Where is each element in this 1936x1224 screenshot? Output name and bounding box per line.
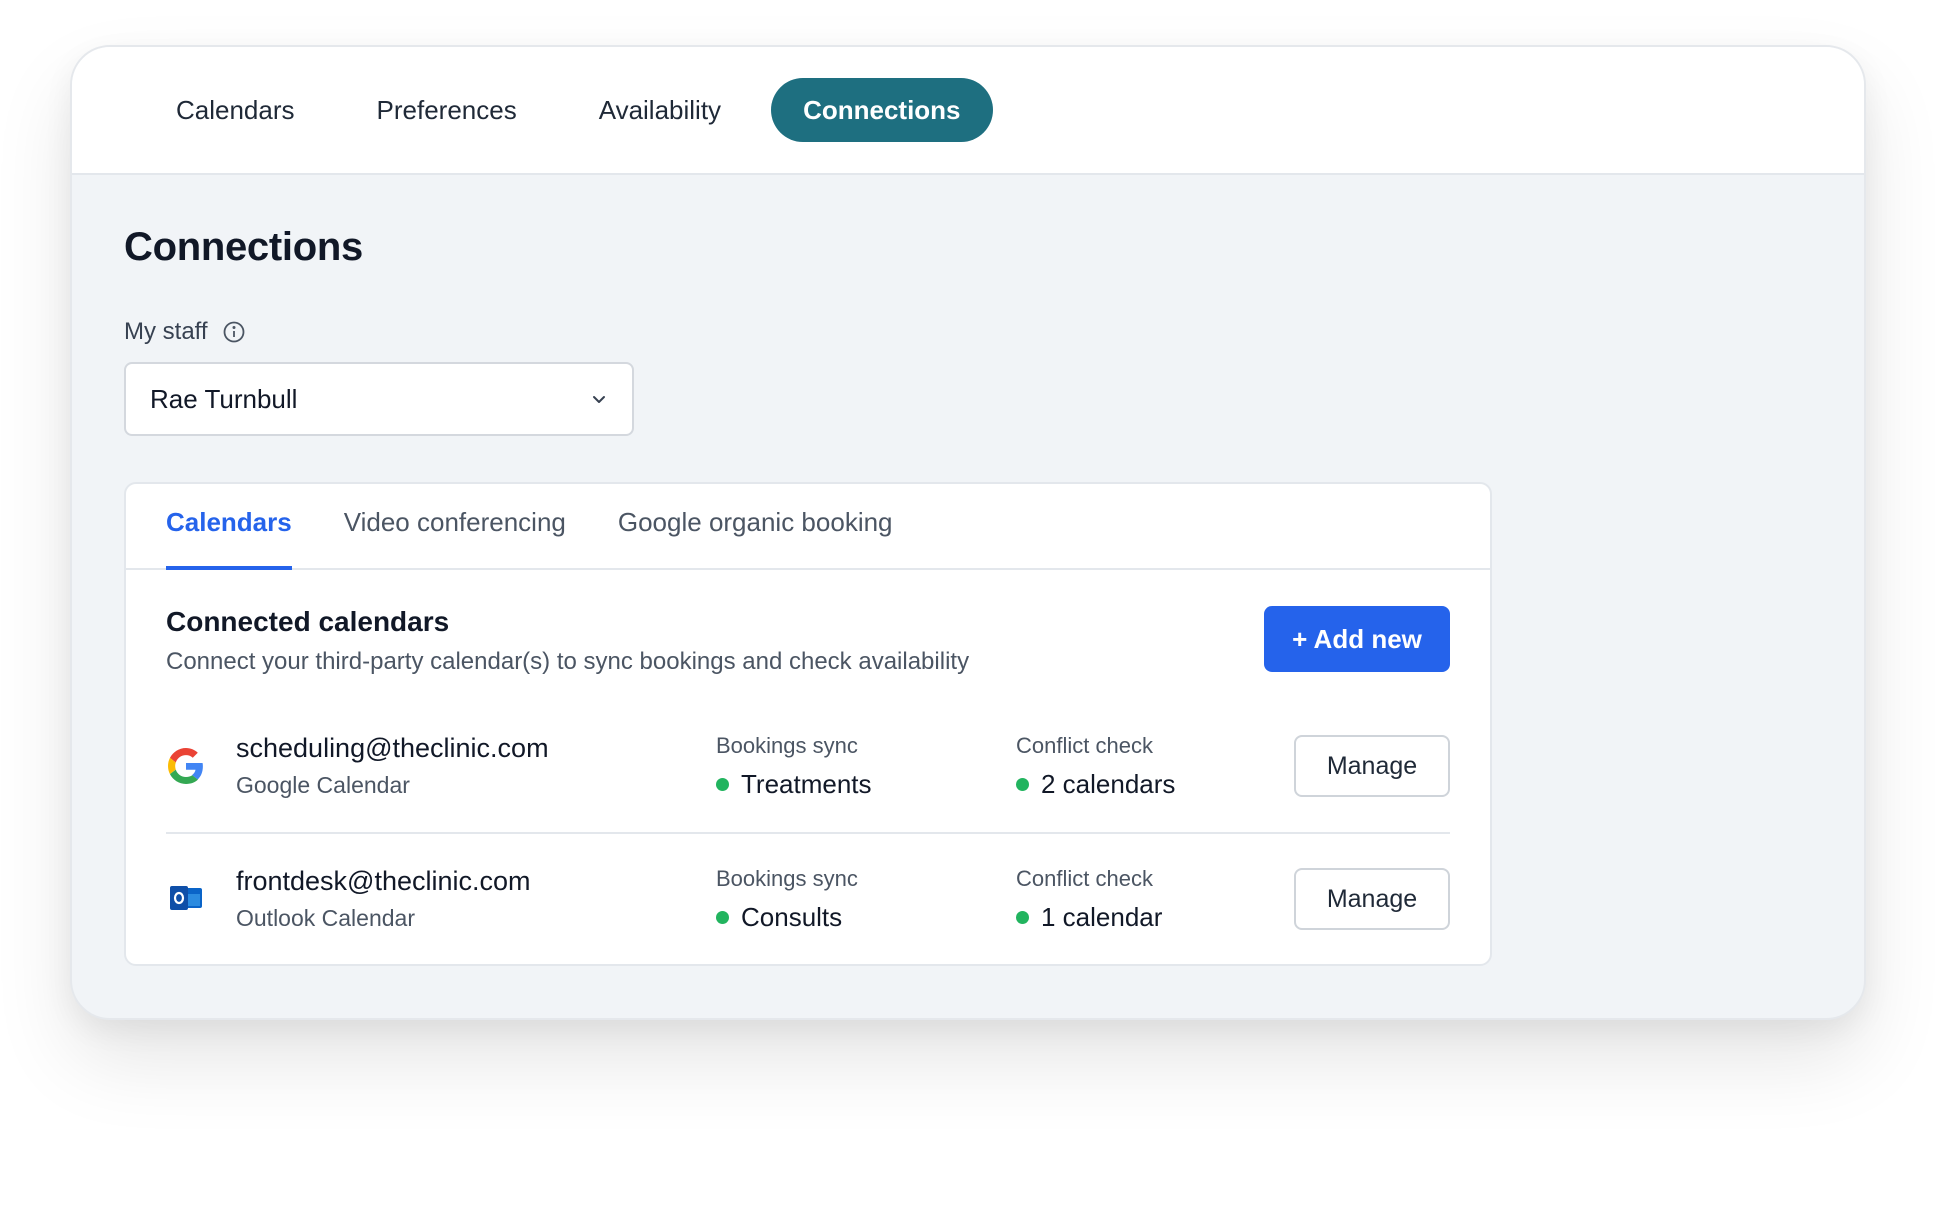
bookings-sync-label: Bookings sync xyxy=(716,732,858,758)
calendar-list: scheduling@theclinic.com Google Calendar… xyxy=(166,700,1450,964)
topnav-tab-connections[interactable]: Connections xyxy=(771,78,993,142)
account-type: Google Calendar xyxy=(236,772,410,798)
manage-button[interactable]: Manage xyxy=(1294,868,1450,930)
add-new-button[interactable]: + Add new xyxy=(1264,606,1450,672)
conflict-check: Conflict check 2 calendars xyxy=(1016,733,1316,800)
bookings-sync: Bookings sync Treatments xyxy=(716,733,1016,800)
topnav-tab-availability[interactable]: Availability xyxy=(567,78,753,142)
app-window: Calendars Preferences Availability Conne… xyxy=(70,45,1866,1020)
topnav-tab-calendars[interactable]: Calendars xyxy=(144,78,327,142)
section-title: Connected calendars xyxy=(166,606,450,637)
bookings-sync: Bookings sync Consults xyxy=(716,866,1016,933)
bookings-sync-value: Consults xyxy=(741,901,843,932)
bookings-sync-label: Bookings sync xyxy=(716,865,858,891)
staff-label: My staff xyxy=(124,318,208,345)
tab-google-organic-booking[interactable]: Google organic booking xyxy=(618,507,893,570)
status-dot xyxy=(1016,910,1029,924)
chevron-down-icon xyxy=(590,384,608,415)
google-icon xyxy=(166,746,206,786)
staff-select[interactable]: Rae Turnbull xyxy=(124,362,634,436)
manage-button[interactable]: Manage xyxy=(1294,735,1450,797)
account-info: scheduling@theclinic.com Google Calendar xyxy=(236,733,716,799)
conflict-check: Conflict check 1 calendar xyxy=(1016,866,1316,933)
info-circle-icon[interactable] xyxy=(222,320,246,344)
account-info: frontdesk@theclinic.com Outlook Calendar xyxy=(236,866,716,932)
status-dot xyxy=(716,777,729,791)
conflict-check-label: Conflict check xyxy=(1016,865,1153,891)
account-email: frontdesk@theclinic.com xyxy=(236,866,531,896)
tab-calendars[interactable]: Calendars xyxy=(166,507,292,570)
account-type: Outlook Calendar xyxy=(236,905,415,931)
staff-select-value: Rae Turnbull xyxy=(150,383,298,414)
bookings-sync-value: Treatments xyxy=(741,768,872,799)
card-body: Connected calendars Connect your third-p… xyxy=(126,570,1490,964)
status-dot xyxy=(1016,777,1029,791)
section-header: Connected calendars Connect your third-p… xyxy=(166,606,1450,676)
topnav-tab-preferences[interactable]: Preferences xyxy=(345,78,549,142)
conflict-check-label: Conflict check xyxy=(1016,732,1153,758)
outlook-icon xyxy=(166,879,206,919)
conflict-check-value: 2 calendars xyxy=(1041,768,1176,799)
account-email: scheduling@theclinic.com xyxy=(236,733,549,763)
status-dot xyxy=(716,910,729,924)
top-navigation: Calendars Preferences Availability Conne… xyxy=(72,47,1864,175)
card-tabs: Calendars Video conferencing Google orga… xyxy=(126,484,1490,570)
staff-label-row: My staff xyxy=(124,318,1812,346)
section-description: Connect your third-party calendar(s) to … xyxy=(166,648,970,675)
calendar-row: frontdesk@theclinic.com Outlook Calendar… xyxy=(166,832,1450,964)
tab-video-conferencing[interactable]: Video conferencing xyxy=(344,507,566,570)
page-title: Connections xyxy=(124,225,363,269)
connections-card: Calendars Video conferencing Google orga… xyxy=(124,482,1492,966)
main-content: Connections My staff Rae Turnbull Calend… xyxy=(72,175,1864,966)
conflict-check-value: 1 calendar xyxy=(1041,901,1163,932)
calendar-row: scheduling@theclinic.com Google Calendar… xyxy=(166,700,1450,832)
